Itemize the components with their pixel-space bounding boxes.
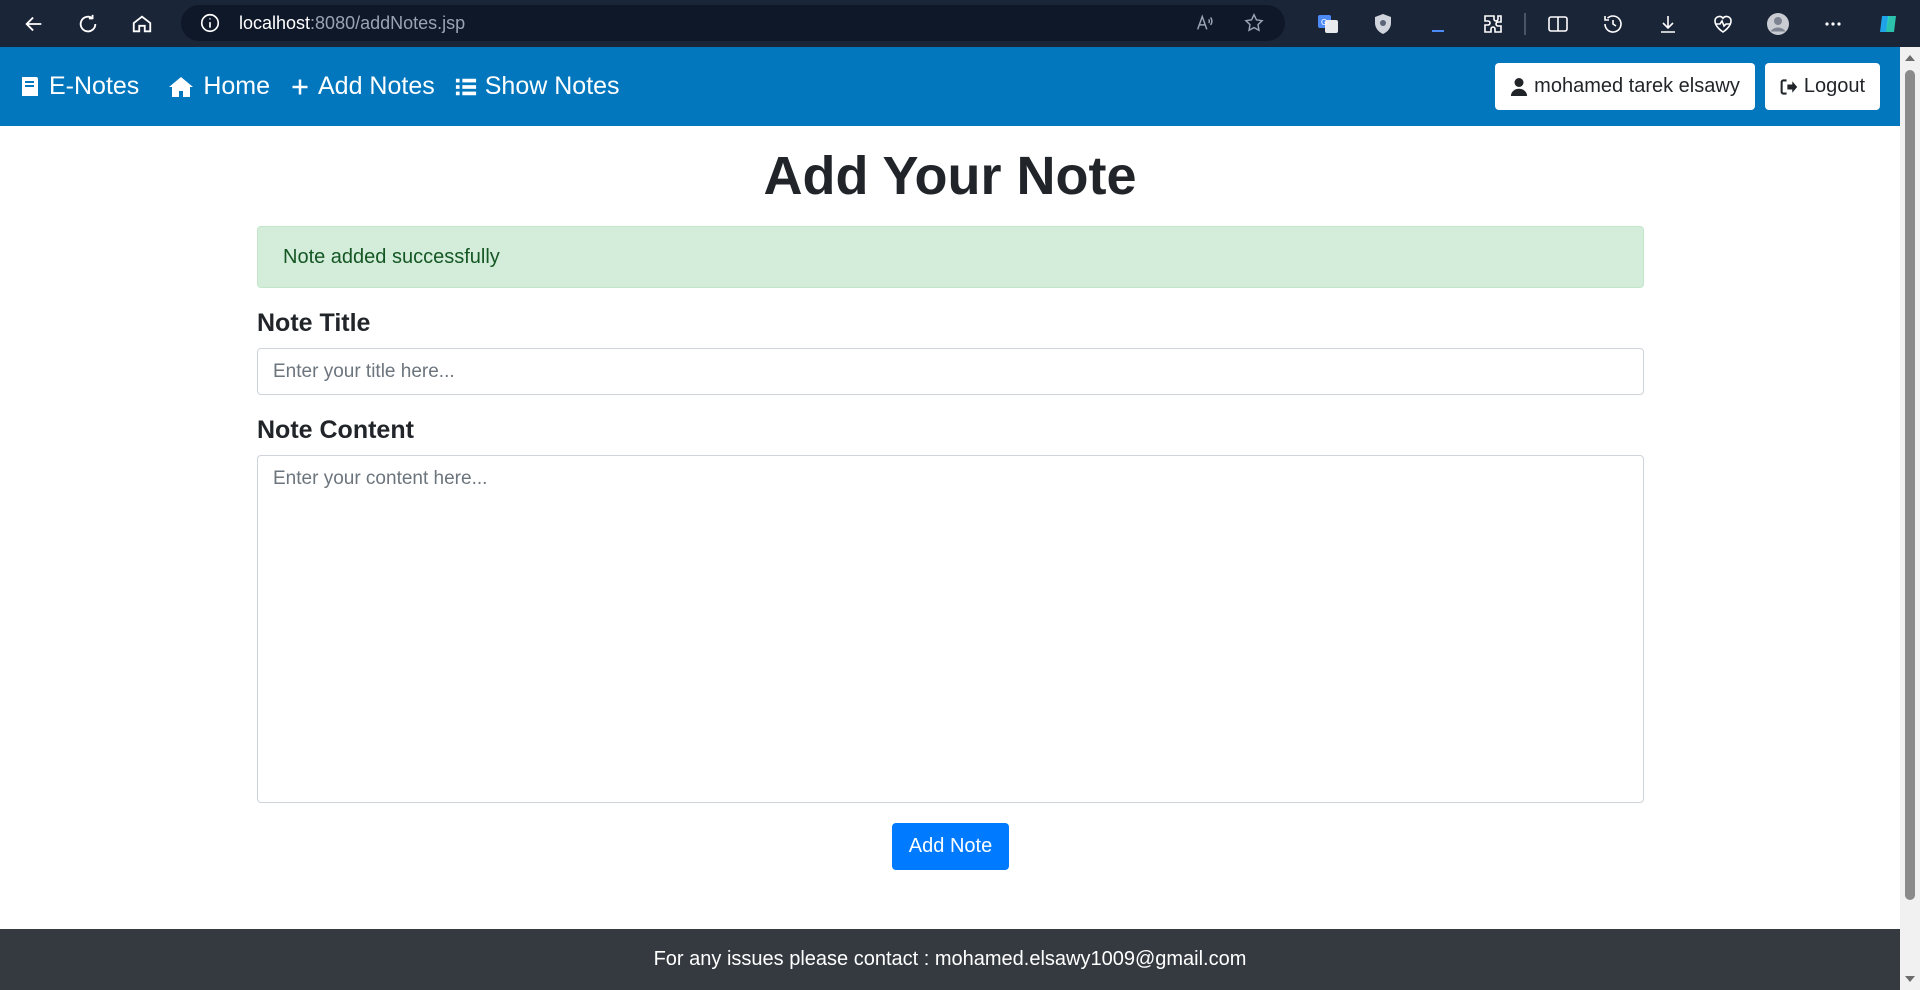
sign-out-icon [1780, 78, 1798, 95]
browser-toolbar: localhost:8080/addNotes.jsp G [0, 0, 1920, 47]
favorite-star-icon[interactable] [1243, 12, 1265, 34]
nav-show-notes-label: Show Notes [484, 72, 620, 100]
more-icon[interactable] [1805, 4, 1860, 44]
address-url[interactable]: localhost:8080/addNotes.jsp [239, 13, 465, 34]
scroll-thumb[interactable] [1905, 70, 1915, 900]
user-name: mohamed tarek elsawy [1534, 75, 1740, 97]
download-icon[interactable] [1640, 4, 1695, 44]
page-scrollbar[interactable] [1900, 47, 1920, 990]
logout-button[interactable]: Logout [1764, 63, 1880, 110]
note-title-label: Note Title [257, 309, 371, 337]
logout-label: Logout [1803, 75, 1865, 97]
alert-message: Note added successfully [283, 245, 500, 268]
brand-link[interactable]: E-Notes [19, 72, 139, 101]
profile-avatar-icon[interactable] [1750, 4, 1805, 44]
performance-icon[interactable] [1695, 4, 1750, 44]
info-icon[interactable] [199, 12, 221, 34]
brand-label: E-Notes [49, 72, 140, 100]
note-content-label: Note Content [257, 416, 414, 444]
read-aloud-icon[interactable] [1194, 12, 1216, 34]
nav-home-label: Home [203, 72, 270, 100]
note-content-textarea[interactable] [257, 455, 1644, 803]
address-bar[interactable]: localhost:8080/addNotes.jsp [181, 5, 1285, 41]
scroll-up-arrow-icon[interactable] [1905, 55, 1915, 61]
user-icon [1511, 77, 1528, 96]
plus-icon [292, 79, 308, 94]
history-icon[interactable] [1585, 4, 1640, 44]
page-title: Add Your Note [763, 146, 1137, 206]
copilot-icon[interactable] [1860, 4, 1915, 44]
home-icon[interactable] [122, 4, 162, 44]
nav-add-notes-label: Add Notes [318, 72, 435, 100]
translate-icon[interactable]: G [1300, 4, 1355, 44]
toolbar-divider [1524, 13, 1526, 35]
downloads-progress-icon[interactable] [1410, 4, 1465, 44]
extensions-icon[interactable] [1465, 4, 1520, 44]
nav-show-notes[interactable]: Show Notes [455, 72, 620, 101]
add-note-button[interactable]: Add Note [892, 823, 1009, 870]
back-icon[interactable] [14, 4, 54, 44]
note-title-input[interactable] [257, 348, 1644, 395]
split-screen-icon[interactable] [1530, 4, 1585, 44]
nav-add-notes[interactable]: Add Notes [290, 72, 435, 101]
app-navbar: E-Notes Home Add Notes Show Notes mohame… [0, 47, 1900, 126]
success-alert: Note added successfully [257, 226, 1644, 288]
book-icon [22, 76, 38, 96]
scroll-down-arrow-icon[interactable] [1905, 976, 1915, 982]
refresh-icon[interactable] [68, 4, 108, 44]
user-button[interactable]: mohamed tarek elsawy [1495, 63, 1755, 110]
list-icon [455, 78, 476, 95]
nav-home[interactable]: Home [167, 72, 270, 101]
footer-contact: For any issues please contact : mohamed.… [653, 948, 1247, 970]
svg-text:G: G [1321, 18, 1327, 27]
home-icon [169, 76, 194, 97]
footer: For any issues please contact : mohamed.… [0, 929, 1900, 990]
shield-icon[interactable] [1355, 4, 1410, 44]
